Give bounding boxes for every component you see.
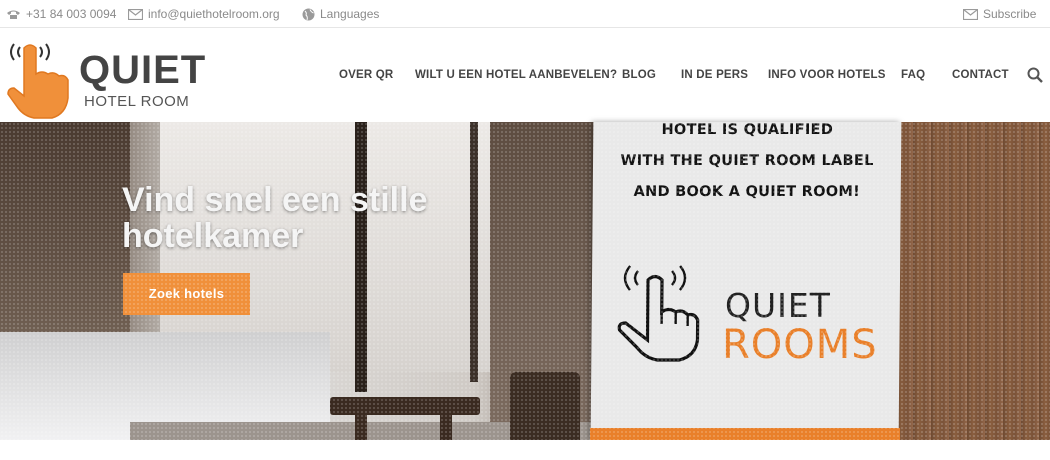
hero-table <box>330 397 480 415</box>
sign-rooms-text: ROOMS <box>722 322 878 368</box>
globe-icon <box>302 8 315 20</box>
sign-hand-icon <box>617 265 700 362</box>
hero-table-leg <box>355 412 367 440</box>
languages-link[interactable]: Languages <box>302 7 379 21</box>
site-header: QUIET HOTEL ROOM OVER QR WILT U EEN HOTE… <box>0 28 1050 123</box>
languages-label: Languages <box>320 7 380 21</box>
hero-window-frame <box>355 122 367 392</box>
nav-over-qr[interactable]: OVER QR <box>339 69 393 81</box>
phone-number: +31 84 003 0094 <box>26 7 117 21</box>
hero-door <box>895 122 1050 440</box>
envelope-icon <box>963 8 978 20</box>
phone-icon <box>7 10 20 19</box>
hero-heading: Vind snel een stille hotelkamer <box>122 181 428 255</box>
site-logo[interactable]: QUIET HOTEL ROOM <box>4 34 224 134</box>
email-link[interactable]: info@quiethotelroom.org <box>128 7 280 21</box>
logo-subtitle: HOTEL ROOM <box>84 93 190 110</box>
phone-link[interactable]: +31 84 003 0094 <box>6 7 116 21</box>
sign-accent-stripe <box>590 428 900 440</box>
email-address: info@quiethotelroom.org <box>148 7 280 21</box>
subscribe-label: Subscribe <box>983 7 1037 21</box>
hand-pointer-icon <box>5 43 71 123</box>
nav-info-voor-hotels[interactable]: INFO VOOR HOTELS <box>768 69 886 81</box>
nav-hotel-aanbevelen[interactable]: WILT U EEN HOTEL AANBEVELEN? <box>415 69 617 81</box>
find-hotels-button[interactable]: Zoek hotels <box>123 273 250 315</box>
sign-quiet-text: QUIET <box>725 286 831 325</box>
sign-text-line: HOTEL IS QUALIFIED <box>661 122 834 138</box>
top-bar: +31 84 003 0094 info@quiethotelroom.org … <box>0 0 1050 28</box>
sign-text-line: AND BOOK A QUIET ROOM! <box>633 184 861 200</box>
search-icon <box>1027 67 1043 83</box>
nav-blog[interactable]: BLOG <box>622 69 656 81</box>
hero-table-leg <box>440 412 452 440</box>
envelope-icon <box>128 8 143 20</box>
page-bottom <box>0 440 1050 460</box>
quiet-room-door-sign: HOTEL IS QUALIFIED WITH THE QUIET ROOM L… <box>590 122 902 440</box>
hero-chair <box>510 372 580 440</box>
nav-contact[interactable]: CONTACT <box>952 69 1009 81</box>
nav-in-de-pers[interactable]: IN DE PERS <box>681 69 748 81</box>
search-button[interactable] <box>1027 67 1043 83</box>
sign-text-line: WITH THE QUIET ROOM LABEL <box>620 153 874 169</box>
logo-wordmark: QUIET <box>79 48 207 92</box>
subscribe-link[interactable]: Subscribe <box>963 7 1036 21</box>
nav-faq[interactable]: FAQ <box>901 69 925 81</box>
